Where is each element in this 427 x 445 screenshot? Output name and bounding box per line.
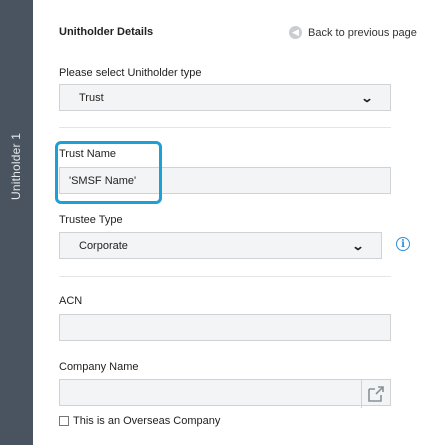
acn-input[interactable] xyxy=(59,314,391,341)
company-name-label: Company Name xyxy=(59,361,139,373)
trust-name-highlight xyxy=(55,141,162,204)
back-link-label: Back to previous page xyxy=(308,26,417,39)
chevron-down-icon: ⌄ xyxy=(351,238,365,253)
external-link-icon xyxy=(367,385,384,402)
unitholder-details-panel: Unitholder Details ◀ Back to previous pa… xyxy=(33,0,427,445)
overseas-company-label: This is an Overseas Company xyxy=(73,415,221,427)
trustee-type-label: Trustee Type xyxy=(59,214,123,226)
overseas-company-checkbox[interactable] xyxy=(59,416,69,426)
company-name-input[interactable] xyxy=(59,379,391,406)
unitholder-type-select[interactable]: Trust ⌄ xyxy=(59,84,391,111)
acn-label: ACN xyxy=(59,295,83,307)
trustee-type-select[interactable]: Corporate ⌄ xyxy=(59,232,382,259)
side-tab-label: Unitholder 1 xyxy=(9,132,23,200)
unitholder-side-tab[interactable]: Unitholder 1 xyxy=(0,0,33,445)
chevron-down-icon: ⌄ xyxy=(360,90,374,105)
info-icon[interactable]: i xyxy=(396,237,410,251)
external-link-button[interactable] xyxy=(361,379,389,408)
divider xyxy=(59,127,391,128)
overseas-company-checkbox-row[interactable]: This is an Overseas Company xyxy=(59,415,220,427)
unitholder-type-value: Trust xyxy=(79,91,104,104)
trustee-type-value: Corporate xyxy=(79,239,128,252)
divider xyxy=(59,276,391,277)
back-link[interactable]: ◀ Back to previous page xyxy=(289,26,417,39)
page-title: Unitholder Details xyxy=(59,26,154,38)
unitholder-type-label: Please select Unitholder type xyxy=(59,67,202,79)
arrow-left-icon: ◀ xyxy=(289,26,302,39)
